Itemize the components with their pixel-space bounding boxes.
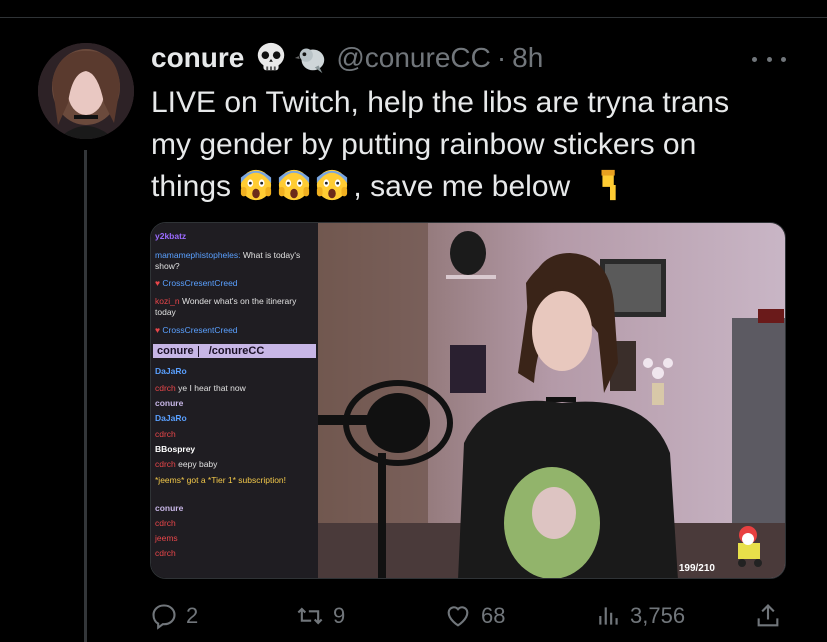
retweet-count: 9 [333, 603, 346, 628]
chat-username: mamamephistopheles: [155, 250, 241, 260]
chat-text: ye I hear that now [178, 383, 246, 393]
avatar[interactable] [38, 43, 134, 139]
more-options-icon[interactable] [752, 52, 786, 66]
bird-emoji-icon [295, 48, 325, 74]
chat-message: jeems [155, 533, 313, 544]
chat-message: y2kbatz [155, 231, 313, 242]
stream-name-banner: conure/conureCC [153, 344, 316, 358]
tweet-text-line: LIVE on Twitch, help the libs are tryna … [151, 86, 730, 119]
chat-username: conure [155, 398, 184, 408]
chat-message: cdrch [155, 548, 313, 559]
separator-dot: · [496, 42, 507, 73]
chat-username: cdrch [155, 429, 176, 439]
stream-screenshot[interactable]: y2kbatz mamamephistopheles: What is toda… [150, 222, 786, 579]
webcam-view [318, 223, 785, 578]
tweet-actions: 2 9 68 3,756 [150, 596, 786, 636]
chat-message: DaJaRo [155, 366, 313, 377]
chat-username: cdrch [155, 548, 176, 558]
chat-message: ♥ CrossCresentCreed [155, 325, 238, 335]
chat-message: cdrch eepy baby [155, 459, 313, 470]
share-icon [757, 604, 779, 627]
chat-message: cdrch ye I hear that now [155, 383, 313, 394]
scream-emoji-icon [241, 169, 272, 201]
like-button[interactable]: 68 [443, 596, 505, 636]
chat-username: jeems [155, 533, 178, 543]
point-down-emoji-icon [601, 169, 616, 201]
chat-message: conure [155, 503, 313, 514]
tweet-text-line: things , save me below [151, 166, 801, 208]
chat-message: DaJaRo [155, 413, 313, 424]
thread-line [84, 150, 87, 642]
handle[interactable]: @conureCC [336, 42, 490, 74]
timestamp[interactable]: 8h [512, 42, 543, 74]
chat-sub-notice: *jeems* got a *Tier 1* subscription! [155, 475, 287, 485]
scream-emoji-icon [279, 169, 310, 201]
reply-count: 2 [186, 603, 199, 628]
webcam-scene [318, 223, 785, 578]
chat-username: y2kbatz [155, 231, 187, 241]
views-icon [599, 607, 618, 625]
tweet-header: conure @conureCC · 8h [151, 38, 543, 78]
chat-message: conure [155, 398, 313, 409]
tweet-text: LIVE on Twitch, help the libs are tryna … [151, 82, 801, 208]
banner-name: conure [153, 345, 199, 357]
viewer-counter: 199/210 [678, 563, 715, 574]
retweet-icon [297, 607, 323, 625]
banner-link: /conureCC [208, 344, 265, 357]
chat-message: cdrch [155, 429, 313, 440]
share-button[interactable] [754, 596, 782, 636]
heart-icon [447, 606, 469, 627]
retweet-button[interactable]: 9 [295, 596, 345, 636]
skull-icon [258, 42, 285, 71]
chat-message: cdrch [155, 518, 313, 529]
avatar-image [38, 43, 134, 139]
views-button[interactable]: 3,756 [596, 596, 685, 636]
chat-username: BBosprey [155, 444, 196, 454]
chat-message: BBosprey [155, 444, 313, 455]
chat-text: eepy baby [178, 459, 218, 469]
top-divider [0, 17, 827, 18]
tweet-text-line: my gender by putting rainbow stickers on [151, 128, 697, 161]
chat-username: cdrch [155, 518, 176, 528]
view-count: 3,756 [630, 603, 686, 628]
chat-username: cdrch [155, 383, 176, 393]
stream-chat-panel: y2kbatz mamamephistopheles: What is toda… [151, 223, 318, 578]
chat-message: ♥ CrossCresentCreed [155, 278, 238, 288]
chat-username: kozi_n [155, 296, 180, 306]
tweet-text-fragment: things [151, 170, 232, 203]
chat-username: DaJaRo [155, 413, 187, 423]
chat-username: CrossCresentCreed [162, 325, 238, 335]
chat-username: DaJaRo [155, 366, 187, 376]
reply-icon [152, 604, 176, 630]
tweet-text-fragment: , save me below [353, 170, 571, 203]
chat-username: conure [155, 503, 184, 513]
chat-username: CrossCresentCreed [162, 278, 238, 288]
chat-message: mamamephistopheles: What is today's show… [155, 250, 313, 272]
scream-emoji-icon [317, 169, 348, 201]
chat-message: kozi_n Wonder what's on the itinerary to… [155, 296, 313, 318]
chat-username: cdrch [155, 459, 176, 469]
reply-button[interactable]: 2 [150, 596, 198, 636]
display-name[interactable]: conure [151, 42, 244, 74]
like-count: 68 [481, 603, 506, 628]
